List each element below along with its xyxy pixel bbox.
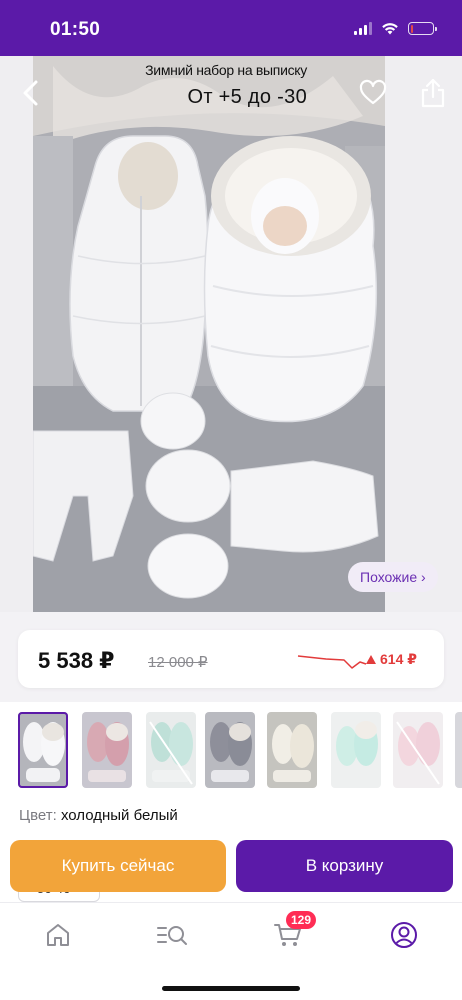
product-photo[interactable]: Зимний набор на выписку От +5 до -30 xyxy=(33,56,385,612)
catalog-search-icon xyxy=(157,926,187,945)
color-label: Цвет: xyxy=(19,807,57,824)
price-section: 5 538 ₽ 12 000 ₽ 614 ₽ xyxy=(0,612,462,702)
product-gallery[interactable]: Зимний набор на выписку От +5 до -30 Пох… xyxy=(0,56,462,612)
thumbnail-1[interactable] xyxy=(18,712,68,788)
price-old: 12 000 ₽ xyxy=(148,654,208,671)
triangle-up-icon xyxy=(366,655,376,664)
share-icon xyxy=(421,78,445,108)
price-change: 614 ₽ xyxy=(366,651,417,668)
product-photo-illustration xyxy=(33,56,385,612)
photo-caption: Зимний набор на выписку От +5 до -30 xyxy=(145,62,307,109)
home-indicator xyxy=(162,986,300,991)
status-time: 01:50 xyxy=(50,19,101,40)
color-value: холодный белый xyxy=(60,807,178,824)
thumbnail-image xyxy=(455,712,462,788)
status-icons xyxy=(354,22,437,35)
thumbnail-image xyxy=(205,712,255,788)
add-to-cart-button[interactable]: В корзину xyxy=(236,840,453,892)
wifi-icon xyxy=(382,23,398,35)
buy-now-button[interactable]: Купить сейчас xyxy=(10,840,226,892)
thumbnail-image xyxy=(331,712,381,788)
thumbnail-3[interactable] xyxy=(146,712,196,788)
back-button[interactable] xyxy=(14,76,48,110)
thumbnail-image xyxy=(146,712,196,788)
caption-title: Зимний набор на выписку xyxy=(145,62,307,78)
favorite-button[interactable] xyxy=(358,78,388,108)
price-card[interactable]: 5 538 ₽ 12 000 ₽ 614 ₽ xyxy=(18,630,444,688)
tab-profile[interactable] xyxy=(384,919,424,951)
profile-icon xyxy=(391,922,417,948)
chevron-left-icon xyxy=(23,80,38,106)
thumbnail-2[interactable] xyxy=(82,712,132,788)
thumbnail-image xyxy=(82,712,132,788)
thumbnail-8[interactable] xyxy=(455,712,462,788)
home-icon xyxy=(47,924,69,946)
similar-products-button[interactable]: Похожие › xyxy=(348,562,438,592)
thumbnail-5[interactable] xyxy=(267,712,317,788)
thumbnail-6[interactable] xyxy=(331,712,381,788)
share-button[interactable] xyxy=(418,76,448,110)
color-selection: Цвет: холодный белый xyxy=(19,807,178,824)
tab-catalog[interactable] xyxy=(152,919,192,951)
thumbnail-image xyxy=(267,712,317,788)
caption-temperature: От +5 до -30 xyxy=(187,86,307,108)
thumbnail-image xyxy=(18,712,68,788)
battery-icon xyxy=(408,22,437,35)
status-bar: 01:50 xyxy=(0,0,462,56)
tab-home[interactable] xyxy=(38,919,78,951)
thumbnail-image xyxy=(393,712,443,788)
heart-icon xyxy=(359,79,387,105)
thumbnail-4[interactable] xyxy=(205,712,255,788)
thumbnail-7[interactable] xyxy=(393,712,443,788)
signal-icon xyxy=(354,22,372,35)
action-bar: Купить сейчас В корзину xyxy=(0,838,462,898)
price-current: 5 538 ₽ xyxy=(38,648,115,673)
price-change-value: 614 ₽ xyxy=(380,651,417,667)
variant-thumbnails xyxy=(0,712,462,790)
similar-label: Похожие › xyxy=(360,569,426,585)
cart-count-badge: 129 xyxy=(286,911,317,929)
